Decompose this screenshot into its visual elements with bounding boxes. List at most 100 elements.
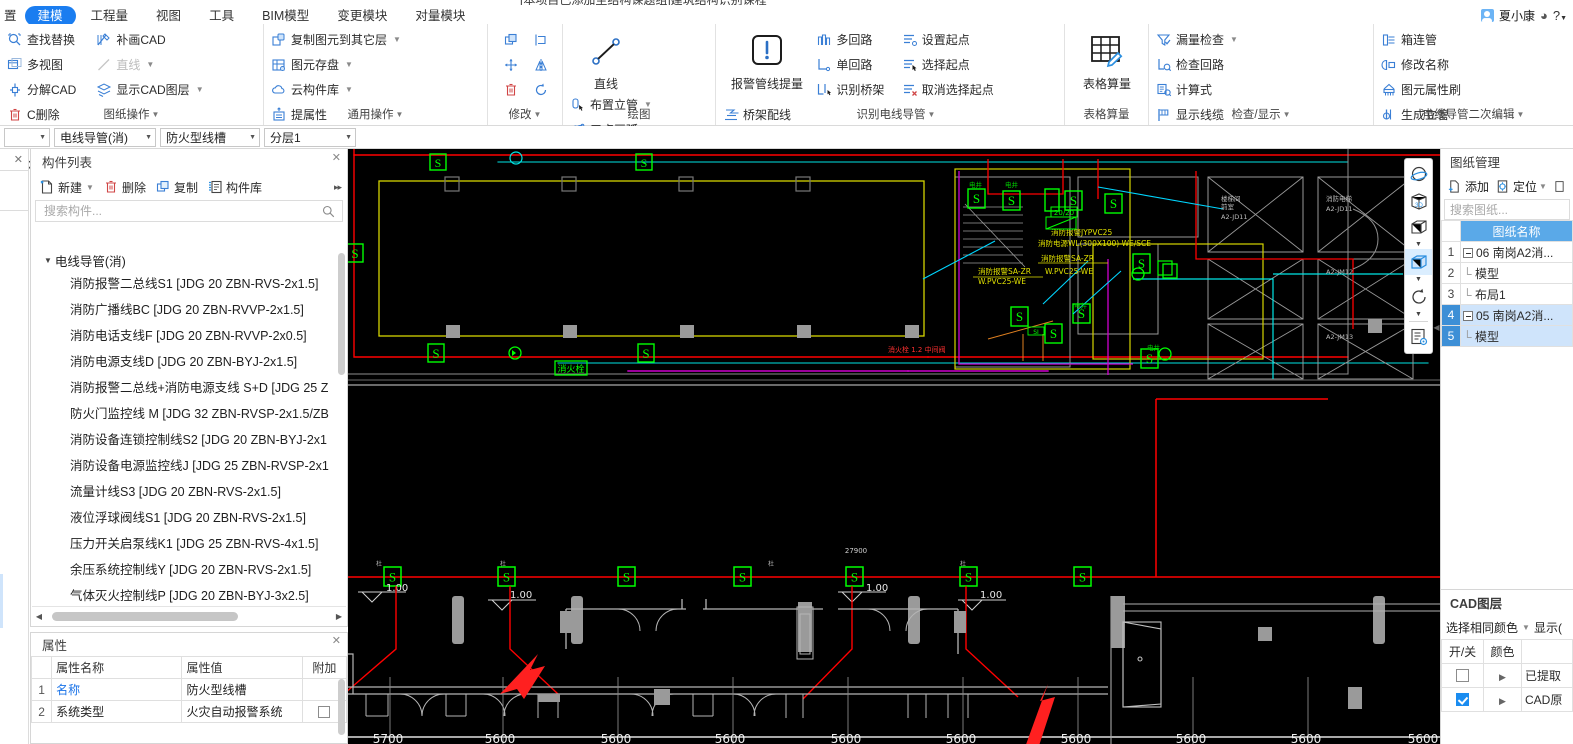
ribbon-group-title-modify[interactable]: 修改 ▼ — [488, 106, 562, 122]
close-icon[interactable]: ✕ — [332, 634, 341, 647]
user-name[interactable]: 夏小康 — [1499, 7, 1535, 24]
row-drawing-name[interactable]: └ 模型 — [1460, 262, 1573, 284]
box-outline-icon[interactable] — [1405, 214, 1432, 240]
layer-name[interactable]: CAD原 — [1521, 687, 1573, 712]
row-drawing-name[interactable]: 06 南岗A2消... — [1460, 241, 1573, 263]
btn-delete-component[interactable]: 删除 — [103, 179, 146, 196]
chevron-down-icon[interactable]: ▼ — [345, 60, 353, 69]
row-prop-name[interactable]: 名称 — [51, 678, 183, 701]
box-filled-icon[interactable] — [1405, 249, 1432, 275]
btn-identify-tray[interactable]: 识别桥架 — [815, 77, 897, 102]
list-item[interactable]: 防火门监控线 M [JDG 32 ZBN-RVSP-2x1.5/ZB — [32, 401, 346, 427]
close-icon[interactable]: ✕ — [332, 151, 341, 164]
drawing-search-box[interactable]: 搜索图纸... — [1444, 199, 1570, 220]
btn-add-drawing[interactable]: 添加 — [1447, 178, 1489, 195]
btn-component-library[interactable]: 构件库 — [207, 179, 262, 196]
btn-alarm-pipe-quantity[interactable]: 报警管线提量 — [722, 27, 812, 92]
list-item[interactable]: 消防报警二总线+消防电源支线 S+D [JDG 25 Z — [32, 375, 346, 401]
btn-modify-move[interactable] — [496, 52, 526, 77]
combo-blank[interactable]: ▼ — [4, 127, 50, 147]
component-list-horizontal-scrollbar[interactable]: ◀ ▶ — [32, 606, 346, 625]
ribbon-group-title-identify-conduit[interactable]: 识别电线导管 ▼ — [756, 106, 1036, 122]
list-item[interactable]: 压力开关启泵线K1 [JDG 25 ZBN-RVS-4x1.5] — [32, 531, 346, 557]
chevron-down-icon[interactable]: ▼ — [1230, 35, 1238, 44]
btn-draw-line[interactable]: 直线 — [569, 27, 643, 92]
btn-copy-element-to-layer[interactable]: 复制图元到其它层 ▼ — [270, 27, 406, 52]
table-row[interactable]: 1 名称 防火型线槽 — [30, 678, 348, 701]
layer-name[interactable]: 已提取 — [1521, 663, 1573, 688]
table-row[interactable]: 1 06 南岗A2消... — [1441, 241, 1573, 263]
btn-element-save[interactable]: 图元存盘 ▼ — [270, 52, 406, 77]
btn-multi-circuit[interactable]: 多回路 — [815, 27, 897, 52]
btn-select-same-color[interactable]: 选择相同颜色 — [1446, 619, 1518, 636]
btn-explode-cad[interactable]: 分解CAD — [6, 77, 92, 102]
btn-check-circuit[interactable]: 检查回路 — [1155, 52, 1241, 77]
list-item[interactable]: 液位浮球阀线S1 [JDG 20 ZBN-RVS-2x1.5] — [32, 505, 346, 531]
btn-set-start-point[interactable]: 设置起点 — [901, 27, 1011, 52]
tab-view[interactable]: 视图 — [143, 6, 194, 26]
chevron-down-icon[interactable]: ▼ — [393, 35, 401, 44]
combo-layer[interactable]: 分层1 ▼ — [264, 127, 356, 147]
btn-find-replace[interactable]: 查找替换 — [6, 27, 92, 52]
btn-box-connect-pipe[interactable]: 箱连管 — [1380, 27, 1474, 52]
list-item[interactable]: 消防设备电源监控线J [JDG 25 ZBN-RVSP-2x1 — [32, 453, 346, 479]
panel-collapse-handle[interactable]: ◀ — [1433, 310, 1440, 344]
drawing-toolbar-overflow[interactable] — [1553, 179, 1569, 195]
btn-single-circuit[interactable]: 单回路 — [815, 52, 897, 77]
btn-modify-delete[interactable] — [496, 77, 526, 102]
ribbon-group-title-drawing-ops[interactable]: 图纸操作 ▼ — [0, 106, 263, 122]
layer-visibility-checkbox[interactable] — [1456, 692, 1469, 706]
tab-settings[interactable]: 置 — [0, 6, 23, 26]
component-tree[interactable]: ▼ 电线导管(消) 消防报警二总线S1 [JDG 20 ZBN-RVS-2x1.… — [32, 249, 346, 605]
chevron-down-icon[interactable]: ▼ — [1539, 182, 1547, 191]
tab-bim-model[interactable]: BIM模型 — [249, 6, 322, 26]
btn-locate-drawing[interactable]: 定位 ▼ — [1495, 178, 1547, 195]
combo-component[interactable]: 防火型线槽 ▼ — [160, 127, 260, 147]
search-input[interactable] — [42, 203, 336, 219]
btn-select-start-point[interactable]: 选择起点 — [901, 52, 1011, 77]
btn-multi-view[interactable]: 多视图 — [6, 52, 92, 77]
properties-vertical-scrollbar[interactable] — [338, 679, 345, 735]
color-expand-icon[interactable]: ▶ — [1499, 672, 1506, 682]
btn-copy-component[interactable]: 复制 — [155, 179, 198, 196]
collapse-icon[interactable] — [1463, 310, 1473, 321]
left-vertical-tab[interactable] — [0, 574, 3, 628]
scroll-left-icon[interactable]: ◀ — [32, 612, 46, 621]
btn-modify-rotate[interactable] — [526, 77, 556, 102]
btn-show-cad-layer[interactable]: 显示CAD图层 ▼ — [95, 77, 204, 102]
ribbon-group-title-general-ops[interactable]: 通用操作 ▼ — [264, 106, 487, 122]
tab-quantity[interactable]: 工程量 — [78, 6, 142, 26]
table-row[interactable]: 2 系统类型 火灾自动报警系统 — [30, 700, 348, 723]
btn-show[interactable]: 显示( — [1534, 619, 1562, 636]
list-item[interactable]: 气体灭火控制线P [JDG 20 ZBN-BYJ-3x2.5] — [32, 583, 346, 605]
chevron-down-icon[interactable]: ▼ — [86, 183, 94, 192]
layer-display-icon[interactable] — [1405, 324, 1432, 350]
color-expand-icon[interactable]: ▶ — [1499, 696, 1506, 706]
btn-new-component[interactable]: 新建 ▼ — [39, 179, 94, 196]
scroll-right-icon[interactable]: ▶ — [332, 612, 346, 621]
row-prop-value[interactable]: 防火型线槽 — [181, 678, 303, 701]
btn-cloud-library[interactable]: 云构件库 ▼ — [270, 77, 406, 102]
chevron-down-icon[interactable]: ▼ — [1522, 623, 1530, 632]
toolbar-overflow-icon[interactable]: ▸▸ — [334, 182, 342, 193]
collapse-icon[interactable] — [1463, 247, 1473, 258]
combo-category[interactable]: 电线导管(消) ▼ — [54, 127, 156, 147]
row-prop-value[interactable]: 火灾自动报警系统 — [181, 700, 303, 723]
list-item[interactable]: 消防电话支线F [JDG 20 ZBN-RVVP-2x0.5] — [32, 323, 346, 349]
chevron-down-icon[interactable]: ▼ — [146, 60, 154, 69]
chevron-down-icon[interactable]: ▼ — [44, 256, 52, 265]
rotate-icon[interactable] — [1405, 284, 1432, 310]
table-row[interactable]: ▶ 已提取 — [1441, 663, 1573, 688]
btn-line[interactable]: 直线 ▼ — [95, 52, 195, 77]
list-item[interactable]: 余压系统控制线Y [JDG 20 ZBN-RVS-2x1.5] — [32, 557, 346, 583]
ribbon-group-title-conduit-secondary-edit[interactable]: 电线导管二次编辑 ▼ — [1374, 106, 1573, 122]
btn-redraw-cad[interactable]: 补画CAD — [95, 27, 195, 52]
list-item[interactable]: 流量计线S3 [JDG 20 ZBN-RVS-2x1.5] — [32, 479, 346, 505]
row-drawing-name[interactable]: 05 南岗A2消... — [1460, 304, 1573, 326]
btn-rename[interactable]: 修改名称 — [1380, 52, 1474, 77]
table-row[interactable]: ▶ CAD原 — [1441, 687, 1573, 712]
view-3d-icon[interactable]: 3D — [1405, 188, 1432, 214]
tab-measure-module[interactable]: 对量模块 — [402, 6, 478, 26]
orbit-icon[interactable] — [1405, 162, 1432, 188]
component-tree-root[interactable]: ▼ 电线导管(消) — [32, 249, 346, 271]
